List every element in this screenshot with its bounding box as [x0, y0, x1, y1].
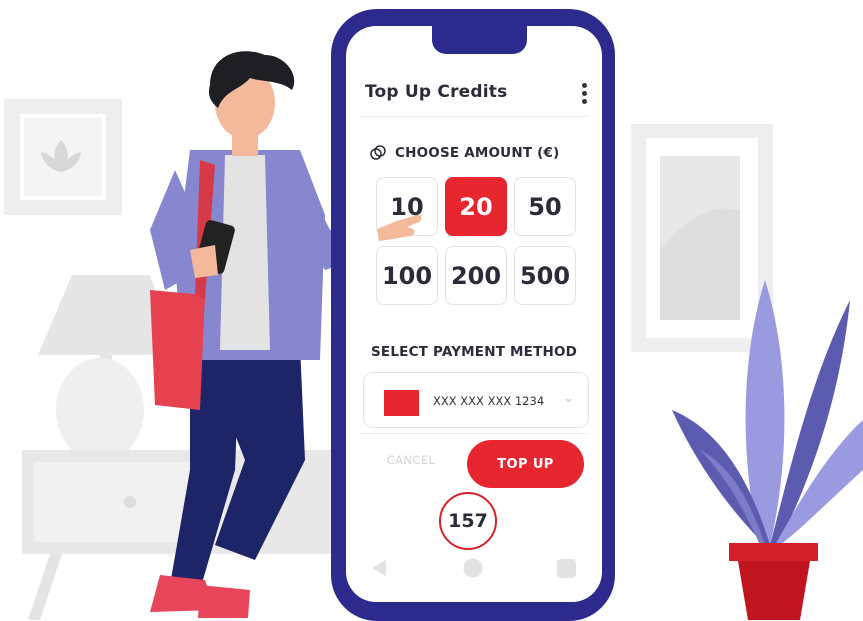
recent-apps-icon[interactable] — [557, 559, 576, 578]
payment-method-select[interactable]: XXX XXX XXX 1234 ⌄ — [363, 372, 589, 428]
left-picture-frame — [4, 99, 122, 215]
amount-option-200[interactable]: 200 — [445, 246, 507, 305]
phone-notch — [432, 18, 527, 54]
amount-option-20[interactable]: 20 — [445, 177, 507, 236]
pointing-hand — [377, 214, 422, 241]
payment-label: SELECT PAYMENT METHOD — [371, 344, 578, 360]
home-nav-icon[interactable] — [463, 558, 483, 578]
screen-title: Top Up Credits — [365, 82, 508, 102]
amount-option-50[interactable]: 50 — [514, 177, 576, 236]
cancel-button[interactable]: CANCEL — [376, 453, 446, 475]
title-divider — [360, 116, 588, 117]
amount-option-500[interactable]: 500 — [514, 246, 576, 305]
more-vert-icon[interactable] — [578, 83, 590, 107]
coin-icon — [370, 145, 386, 160]
amount-label: CHOOSE AMOUNT (€) — [395, 145, 560, 161]
card-number: XXX XXX XXX 1234 — [433, 394, 545, 408]
chevron-down-icon: ⌄ — [563, 391, 574, 406]
card-icon — [384, 390, 419, 416]
number-badge: 157 — [439, 492, 497, 550]
top-up-button[interactable]: TOP UP — [467, 440, 584, 488]
amount-option-100[interactable]: 100 — [376, 246, 438, 305]
back-nav-icon[interactable] — [370, 559, 388, 577]
actions-divider — [360, 433, 588, 434]
right-picture-frame — [631, 124, 773, 352]
